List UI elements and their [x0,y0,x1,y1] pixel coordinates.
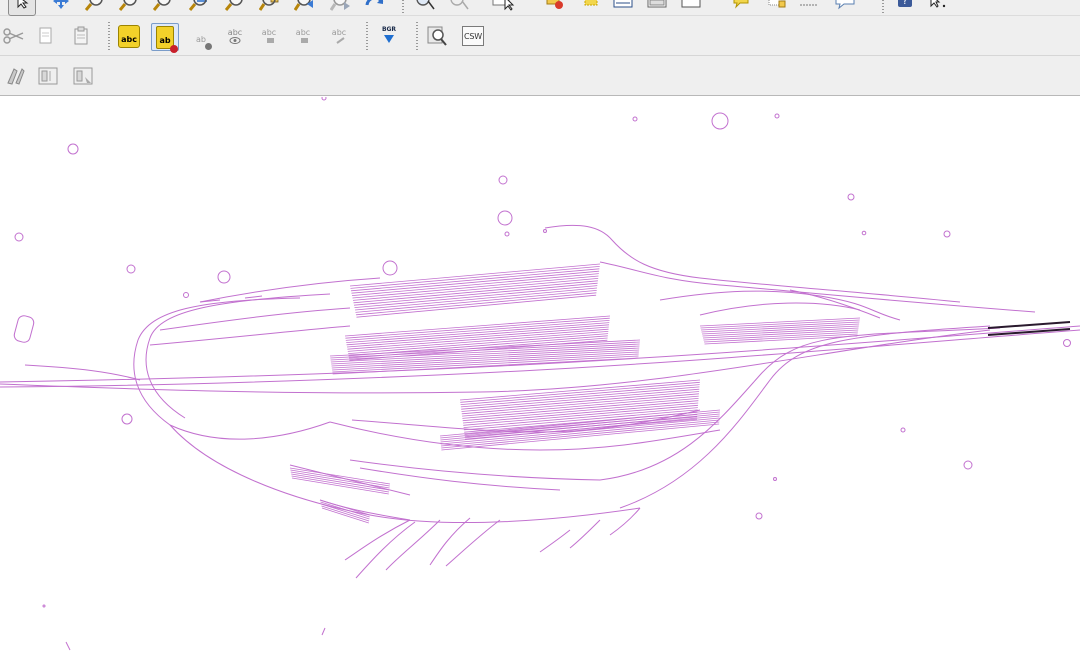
paste-icon[interactable] [68,23,94,49]
whats-this-icon[interactable] [926,0,952,14]
label-small-text: ab [196,34,206,44]
show-hide-labels-icon[interactable]: abc [222,23,248,49]
red-dot-icon [169,44,178,53]
label-abc-text: abc [121,34,137,44]
csw-button[interactable]: CSW [460,23,486,49]
toolbar-grip[interactable] [108,22,111,50]
eye-icon [229,36,241,44]
zoom-history-icon[interactable] [328,0,354,14]
identify-icon[interactable] [412,0,438,14]
select-icon[interactable] [8,0,36,16]
refresh-icon[interactable] [362,0,388,14]
field-calculator-icon[interactable] [644,0,670,14]
deselect-icon[interactable] [542,0,568,14]
csw-label: CSW [462,26,484,46]
copy-icon[interactable] [32,23,58,49]
georeferencer-icon[interactable] [35,63,61,89]
zoom-full-icon[interactable] [150,0,176,14]
help-icon[interactable]: ? [892,0,918,14]
zoom-in-icon[interactable] [82,0,108,14]
rotate-arrow-icon [300,37,308,43]
svg-text:?: ? [902,0,907,7]
toolbar-labels: abc ab ab abc abc abc abc BGR CSW [0,16,1080,56]
move-label-icon[interactable]: abc [256,23,282,49]
pan-icon[interactable] [48,0,74,14]
bgr-download-button[interactable]: BGR [376,23,402,49]
label-abc4-text: abc [295,27,311,37]
change-label-icon[interactable]: abc [326,23,352,49]
toolbar-digitize [0,56,1080,96]
attribute-table-icon[interactable] [610,0,636,14]
label-settings-icon[interactable]: abc [116,23,142,49]
pin-labels-icon[interactable]: ab [188,23,214,50]
zoom-layer-icon[interactable] [186,0,212,14]
edit-arrow-icon [336,36,345,44]
cut-icon[interactable] [0,23,26,49]
georeferencer-settings-icon[interactable] [70,63,96,89]
toolbar-navigation: ? [0,0,1080,16]
zoom-last-icon[interactable] [256,0,282,14]
highlight-icon[interactable] [578,0,604,14]
zoom-selection-icon[interactable] [222,0,248,14]
measure-icon[interactable] [446,0,472,14]
toolbar-grip[interactable] [416,22,419,50]
annotation-icon[interactable] [832,0,858,14]
map-canvas[interactable] [0,97,1080,658]
map-tips-icon[interactable] [728,0,754,14]
label-abc5-text: abc [331,27,347,37]
toolbar-grip[interactable] [402,0,405,14]
move-arrow-icon [266,37,274,43]
toolbar-grip[interactable] [366,22,369,50]
rotate-label-icon[interactable]: abc [290,23,316,49]
label-ab-text: ab [159,35,171,45]
bookmark-icon[interactable] [764,0,790,14]
measure-line-icon[interactable] [796,0,822,14]
digitize-icon[interactable] [2,63,28,89]
label-abc3-text: abc [261,27,277,37]
metasearch-icon[interactable] [424,23,450,49]
label-abc2-text: abc [227,27,243,37]
statistics-icon[interactable] [678,0,704,14]
download-arrow-icon [384,35,394,43]
map-background [0,97,1080,658]
pin-dot-icon [204,42,212,50]
select-feature-icon[interactable] [490,0,516,14]
toolbar-grip[interactable] [882,0,885,14]
zoom-next-icon[interactable] [292,0,318,14]
zoom-out-icon[interactable] [116,0,142,14]
highlight-pinned-labels-icon[interactable]: ab [151,23,179,53]
